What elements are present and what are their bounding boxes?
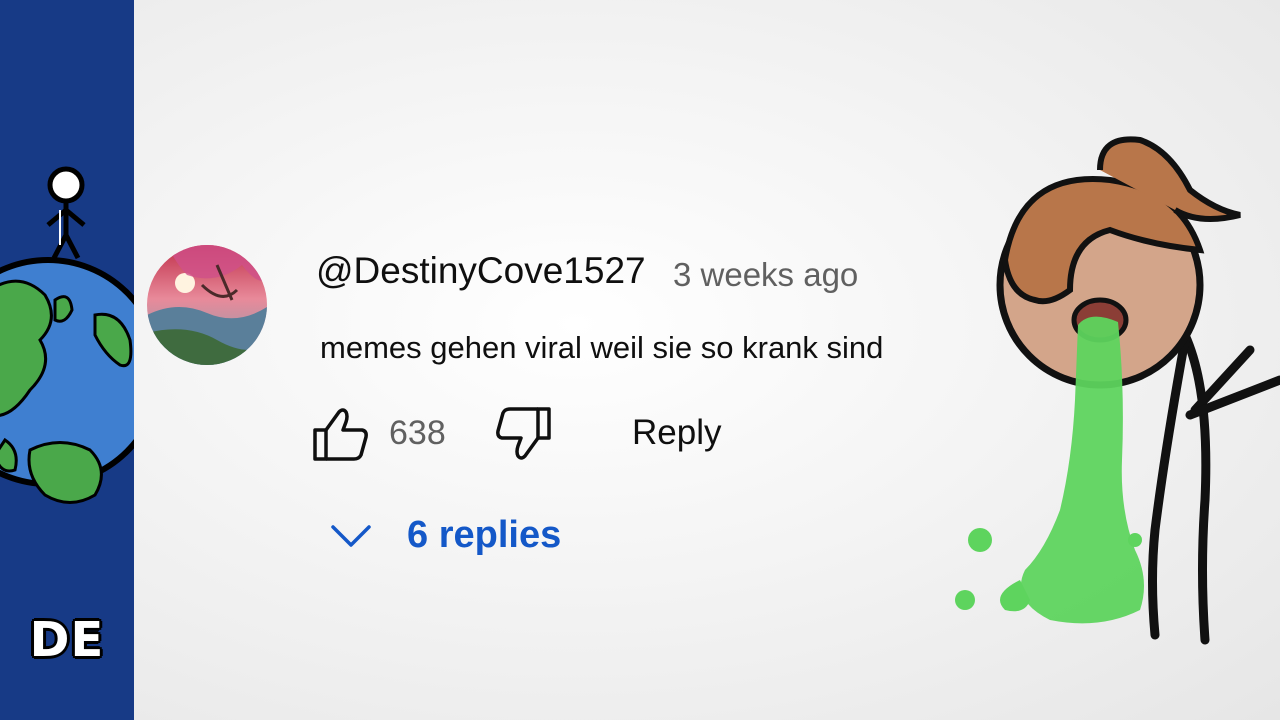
channel-badge: DE bbox=[29, 612, 105, 668]
replies-count-label: 6 replies bbox=[407, 514, 562, 556]
comment-text: memes gehen viral weil sie so krank sind bbox=[320, 330, 884, 365]
cherry-blossom-landscape-avatar bbox=[147, 245, 267, 365]
channel-sidebar: DE bbox=[0, 0, 134, 720]
comment-timestamp[interactable]: 3 weeks ago bbox=[673, 256, 858, 294]
thumbs-down-icon bbox=[496, 407, 551, 460]
thumbs-up-icon bbox=[313, 408, 368, 461]
like-button[interactable] bbox=[312, 406, 370, 462]
reply-button[interactable]: Reply bbox=[632, 413, 721, 453]
like-count: 638 bbox=[389, 414, 446, 452]
dislike-button[interactable] bbox=[494, 406, 552, 462]
vomiting-character-illustration bbox=[955, 136, 1280, 645]
comment-author[interactable]: @DestinyCove1527 bbox=[316, 250, 646, 292]
show-replies-button[interactable]: 6 replies bbox=[330, 512, 590, 562]
stick-figure-on-globe-icon bbox=[0, 166, 134, 504]
chevron-down-icon bbox=[331, 525, 371, 547]
avatar[interactable] bbox=[147, 245, 267, 365]
